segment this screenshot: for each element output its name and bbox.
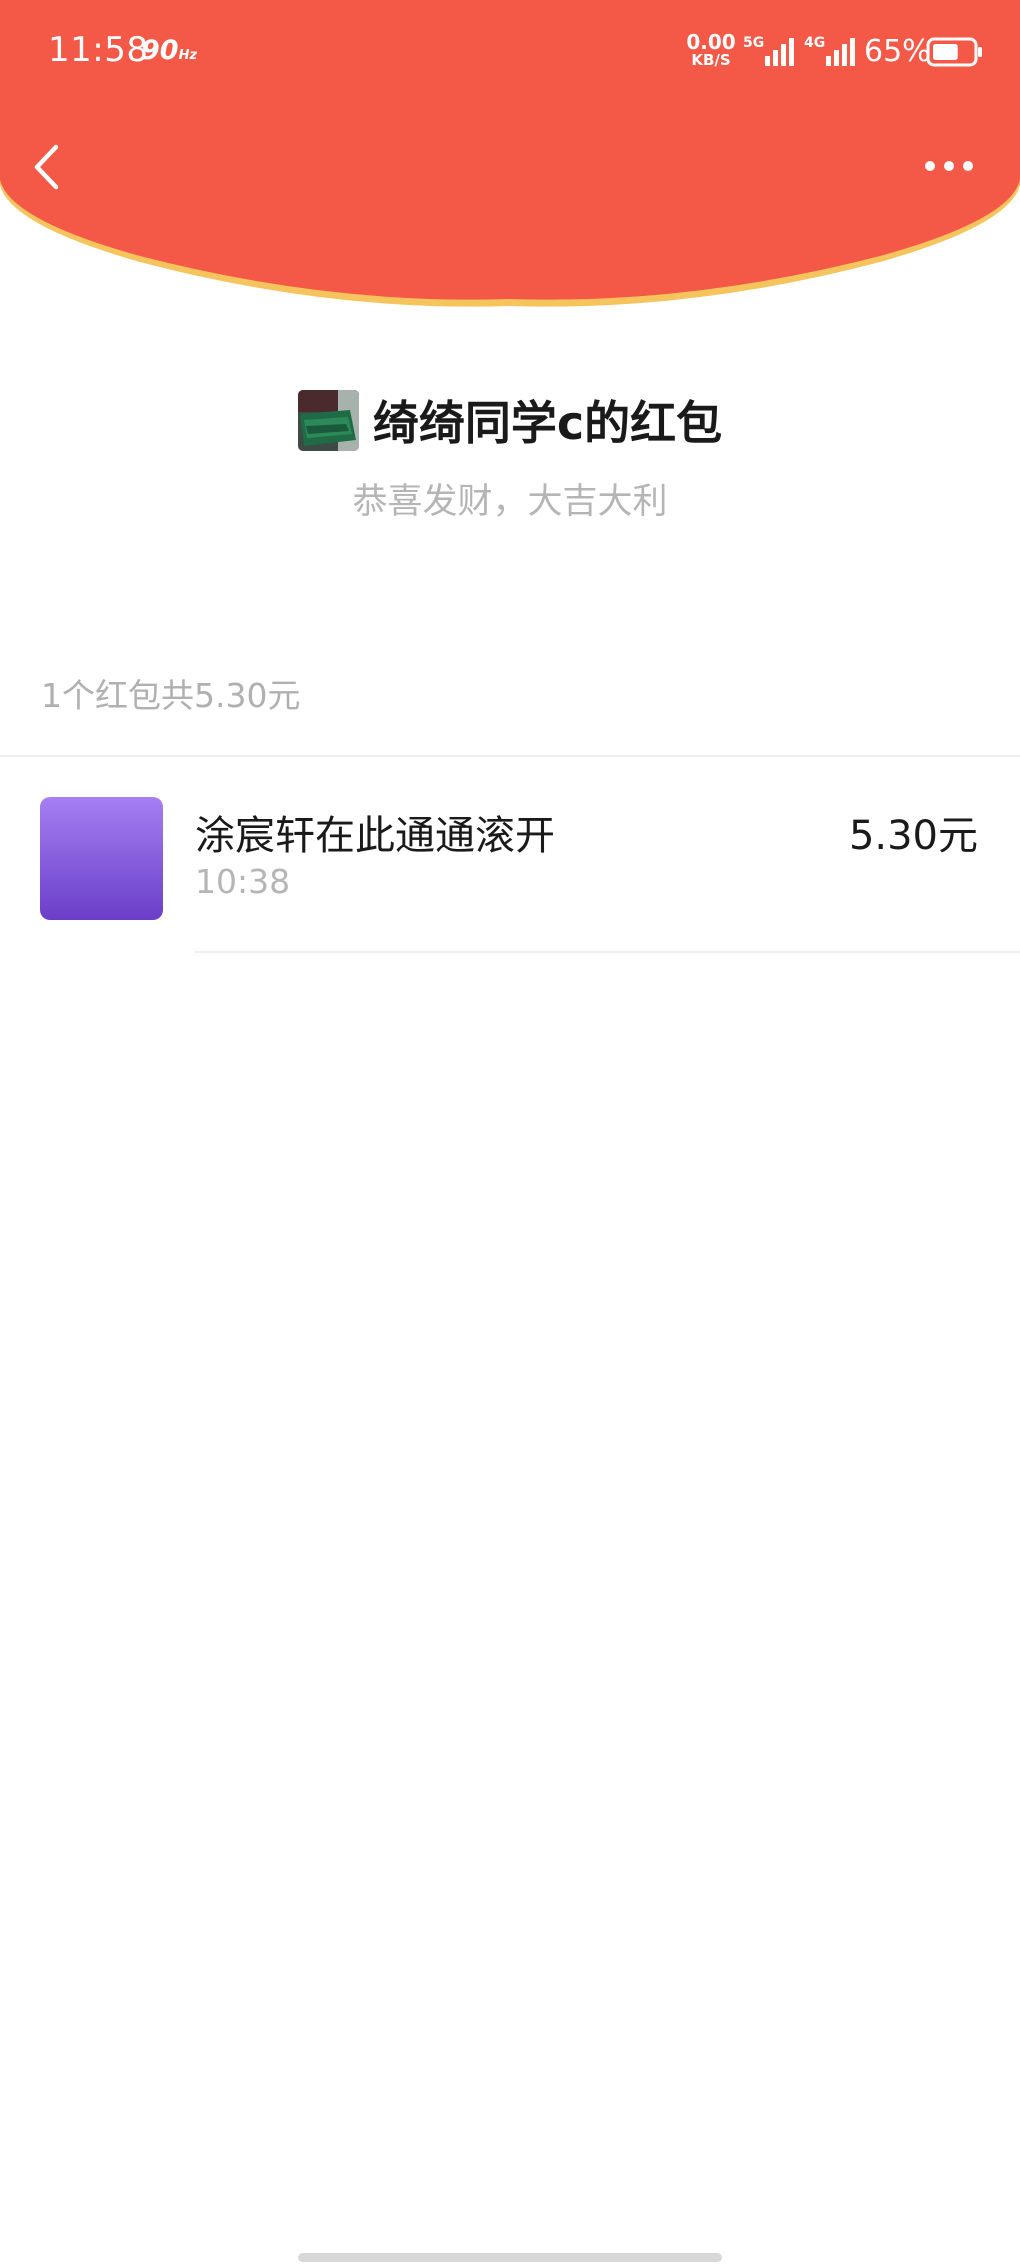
status-time: 11:58 — [48, 30, 149, 70]
divider — [195, 951, 1020, 953]
avatar-image — [297, 389, 359, 451]
refresh-rate-unit: Hz — [178, 48, 198, 63]
more-dots-icon — [925, 161, 973, 171]
chevron-left-icon — [34, 144, 59, 190]
greeting-message: 恭喜发财，大吉大利 — [352, 482, 668, 522]
network-type-5g: 5G — [743, 35, 765, 51]
sender-header: 绮绮同学c的红包 — [0, 382, 1020, 458]
battery-percent: 65% — [864, 34, 931, 69]
home-indicator[interactable] — [298, 2253, 722, 2262]
network-type-4g: 4G — [804, 35, 826, 51]
receiver-name: 涂宸轩在此通通滚开 — [195, 813, 555, 859]
sender-avatar[interactable] — [297, 389, 359, 451]
packet-summary: 1个红包共5.30元 — [41, 676, 301, 715]
status-bar: 11:58 90Hz 0.00 KB/S 5G 4G 65% — [0, 0, 1020, 110]
more-options-button[interactable] — [910, 140, 990, 190]
refresh-rate: 90Hz — [141, 35, 197, 66]
signal-icon — [826, 38, 855, 66]
network-speed-value: 0.00 — [686, 30, 736, 54]
battery-icon — [926, 37, 982, 67]
list-item[interactable]: 涂宸轩在此通通滚开 10:38 5.30元 — [0, 757, 1020, 952]
signal-icon — [765, 38, 794, 66]
received-amount: 5.30元 — [848, 813, 978, 859]
avatar[interactable] — [40, 797, 163, 920]
receive-time: 10:38 — [195, 862, 291, 901]
back-button[interactable] — [22, 130, 72, 200]
network-speed-unit: KB/S — [691, 51, 731, 69]
network-speed: 0.00 KB/S — [682, 32, 740, 68]
sender-title: 绮绮同学c的红包 — [372, 396, 723, 450]
refresh-rate-value: 90 — [141, 35, 179, 66]
